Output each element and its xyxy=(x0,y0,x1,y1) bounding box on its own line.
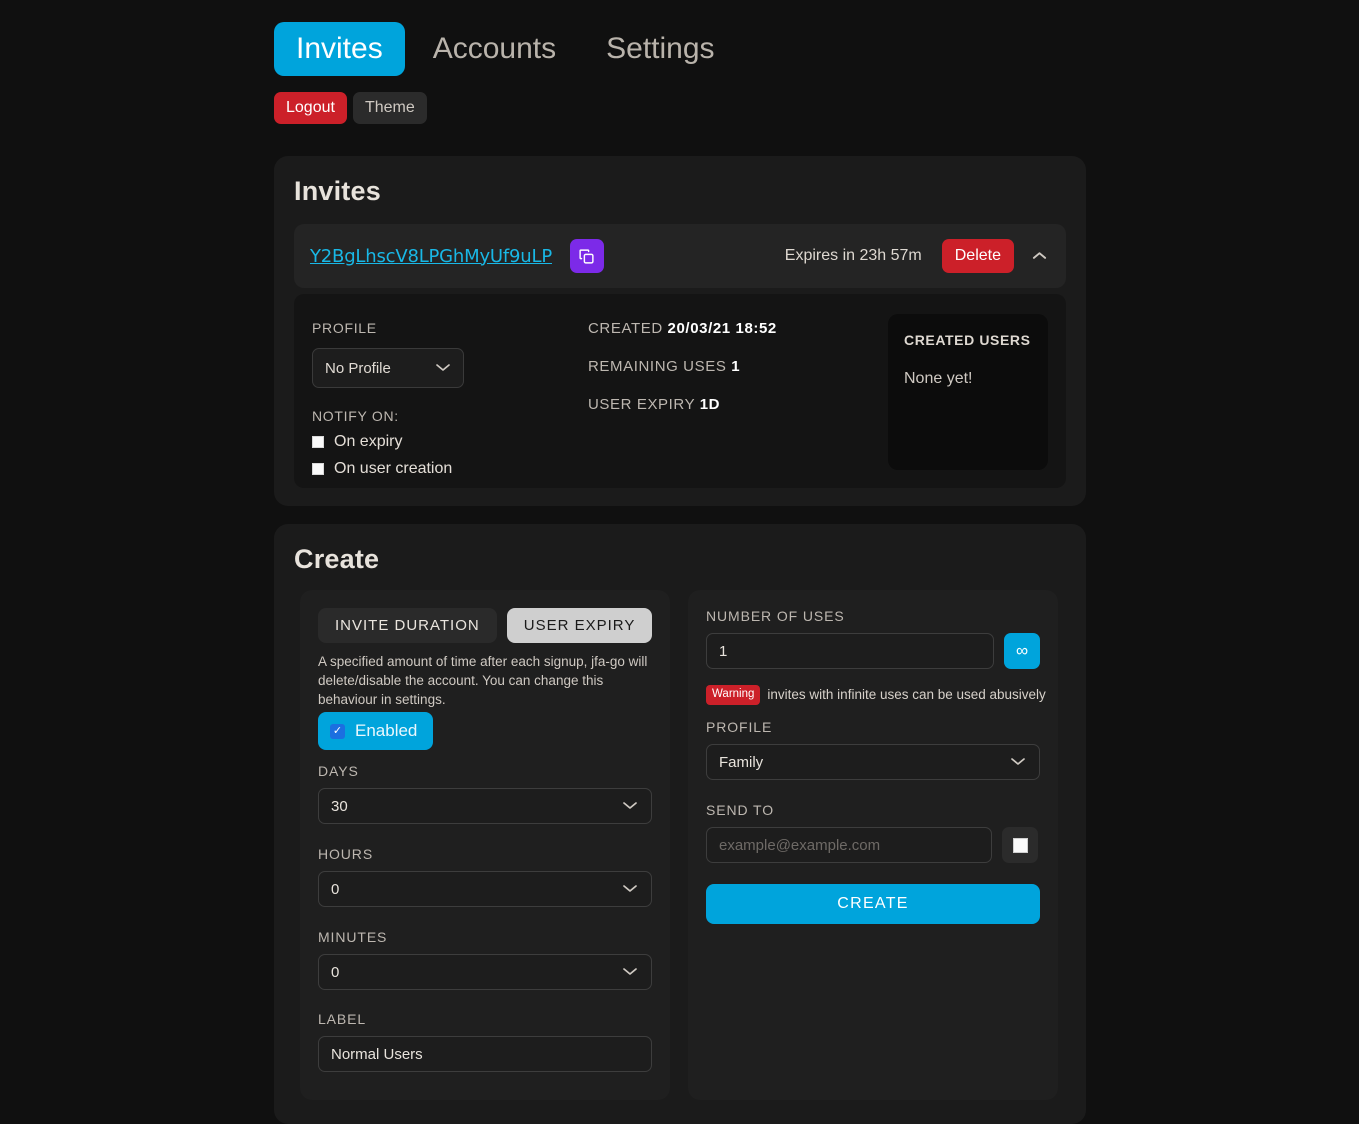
chevron-down-icon xyxy=(621,965,639,977)
created-users-empty: None yet! xyxy=(904,370,1032,388)
chevron-down-icon xyxy=(621,799,639,811)
user-expiry-label: USER EXPIRY xyxy=(588,396,695,413)
create-profile-value: Family xyxy=(719,754,763,771)
days-field: DAYS 30 xyxy=(318,763,652,824)
notify-on-expiry-row[interactable]: On expiry xyxy=(312,433,572,451)
checkbox-icon[interactable] xyxy=(312,436,324,448)
number-of-uses-field: NUMBER OF USES 1 ∞ xyxy=(706,608,1040,669)
user-expiry-enabled-toggle[interactable]: ✓ Enabled xyxy=(318,712,433,750)
invite-details-panel: PROFILE No Profile NOTIFY ON: On expiry … xyxy=(294,294,1066,488)
checkbox-icon[interactable] xyxy=(312,463,324,475)
create-left-panel: INVITE DURATION USER EXPIRY A specified … xyxy=(300,590,670,1100)
warning-text: invites with infinite uses can be used a… xyxy=(767,687,1045,702)
remaining-uses-value: 1 xyxy=(731,358,740,375)
invites-card: Invites Y2BgLhscV8LPGhMyUf9uLP Expires i… xyxy=(274,156,1086,506)
minutes-select[interactable]: 0 xyxy=(318,954,652,990)
notify-on-user-creation-label: On user creation xyxy=(334,460,452,478)
created-row: CREATED 20/03/21 18:52 xyxy=(588,320,888,337)
enabled-label: Enabled xyxy=(355,721,417,741)
created-label: CREATED xyxy=(588,320,663,337)
check-icon: ✓ xyxy=(330,724,345,739)
hours-value: 0 xyxy=(331,881,339,898)
minutes-field: MINUTES 0 xyxy=(318,929,652,990)
send-to-toggle[interactable] xyxy=(1002,827,1038,863)
create-profile-label: PROFILE xyxy=(706,719,1040,735)
invite-expiry-text: Expires in 23h 57m xyxy=(785,247,922,265)
number-of-uses-value: 1 xyxy=(719,643,727,660)
create-title: Create xyxy=(294,544,379,575)
infinite-uses-warning: Warning invites with infinite uses can b… xyxy=(706,685,1046,705)
days-label: DAYS xyxy=(318,763,652,779)
invite-details-left: PROFILE No Profile NOTIFY ON: On expiry … xyxy=(312,320,572,478)
minutes-value: 0 xyxy=(331,964,339,981)
app-root: Invites Accounts Settings Logout Theme I… xyxy=(0,0,1359,1124)
infinity-icon[interactable]: ∞ xyxy=(1004,633,1040,669)
user-expiry-value: 1D xyxy=(700,396,720,413)
tab-invite-duration[interactable]: INVITE DURATION xyxy=(318,608,497,643)
remaining-uses-row: REMAINING USES 1 xyxy=(588,358,888,375)
create-profile-select[interactable]: Family xyxy=(706,744,1040,780)
checkbox-icon xyxy=(1013,838,1028,853)
hours-select[interactable]: 0 xyxy=(318,871,652,907)
label-field: LABEL Normal Users xyxy=(318,1011,652,1072)
remaining-uses-label: REMAINING USES xyxy=(588,358,726,375)
invite-details-meta: CREATED 20/03/21 18:52 REMAINING USES 1 … xyxy=(588,320,888,434)
chevron-down-icon xyxy=(621,882,639,894)
chevron-down-icon xyxy=(1009,755,1027,767)
days-value: 30 xyxy=(331,798,348,815)
hours-label: HOURS xyxy=(318,846,652,862)
create-button[interactable]: CREATE xyxy=(706,884,1040,924)
number-of-uses-input[interactable]: 1 xyxy=(706,633,994,669)
logout-button[interactable]: Logout xyxy=(274,92,347,124)
profile-label: PROFILE xyxy=(312,320,377,336)
invite-profile-select[interactable]: No Profile xyxy=(312,348,464,388)
duration-tabs: INVITE DURATION USER EXPIRY xyxy=(318,608,652,643)
create-right-panel: NUMBER OF USES 1 ∞ Warning invites with … xyxy=(688,590,1058,1100)
user-expiry-description: A specified amount of time after each si… xyxy=(318,652,652,709)
tab-user-expiry[interactable]: USER EXPIRY xyxy=(507,608,653,643)
created-users-panel: CREATED USERS None yet! xyxy=(888,314,1048,470)
main-nav: Invites Accounts Settings xyxy=(274,22,737,76)
invite-profile-value: No Profile xyxy=(325,360,391,377)
label-label: LABEL xyxy=(318,1011,652,1027)
theme-button[interactable]: Theme xyxy=(353,92,427,124)
hours-field: HOURS 0 xyxy=(318,846,652,907)
notify-on-label: NOTIFY ON: xyxy=(312,408,572,424)
user-expiry-row: USER EXPIRY 1D xyxy=(588,396,888,413)
create-profile-field: PROFILE Family xyxy=(706,719,1040,780)
label-input[interactable]: Normal Users xyxy=(318,1036,652,1072)
warning-badge: Warning xyxy=(706,685,760,705)
send-to-label: SEND TO xyxy=(706,802,1038,818)
nav-tab-accounts[interactable]: Accounts xyxy=(411,22,578,76)
sub-nav: Logout Theme xyxy=(274,92,427,124)
send-to-input[interactable]: example@example.com xyxy=(706,827,992,863)
label-value: Normal Users xyxy=(331,1046,423,1063)
notify-on-user-creation-row[interactable]: On user creation xyxy=(312,460,572,478)
minutes-label: MINUTES xyxy=(318,929,652,945)
chevron-down-icon xyxy=(434,361,452,373)
created-users-title: CREATED USERS xyxy=(904,332,1032,348)
number-of-uses-label: NUMBER OF USES xyxy=(706,608,1040,624)
days-select[interactable]: 30 xyxy=(318,788,652,824)
delete-invite-button[interactable]: Delete xyxy=(942,239,1014,273)
created-value: 20/03/21 18:52 xyxy=(668,320,777,337)
invite-row: Y2BgLhscV8LPGhMyUf9uLP Expires in 23h 57… xyxy=(294,224,1066,288)
copy-icon[interactable] xyxy=(570,239,604,273)
nav-tab-settings[interactable]: Settings xyxy=(584,22,736,76)
chevron-up-icon[interactable] xyxy=(1028,239,1050,273)
nav-tab-invites[interactable]: Invites xyxy=(274,22,405,76)
send-to-field: SEND TO example@example.com xyxy=(706,802,1038,863)
invites-title: Invites xyxy=(294,176,381,207)
invite-code-link[interactable]: Y2BgLhscV8LPGhMyUf9uLP xyxy=(310,246,552,267)
notify-on-expiry-label: On expiry xyxy=(334,433,402,451)
